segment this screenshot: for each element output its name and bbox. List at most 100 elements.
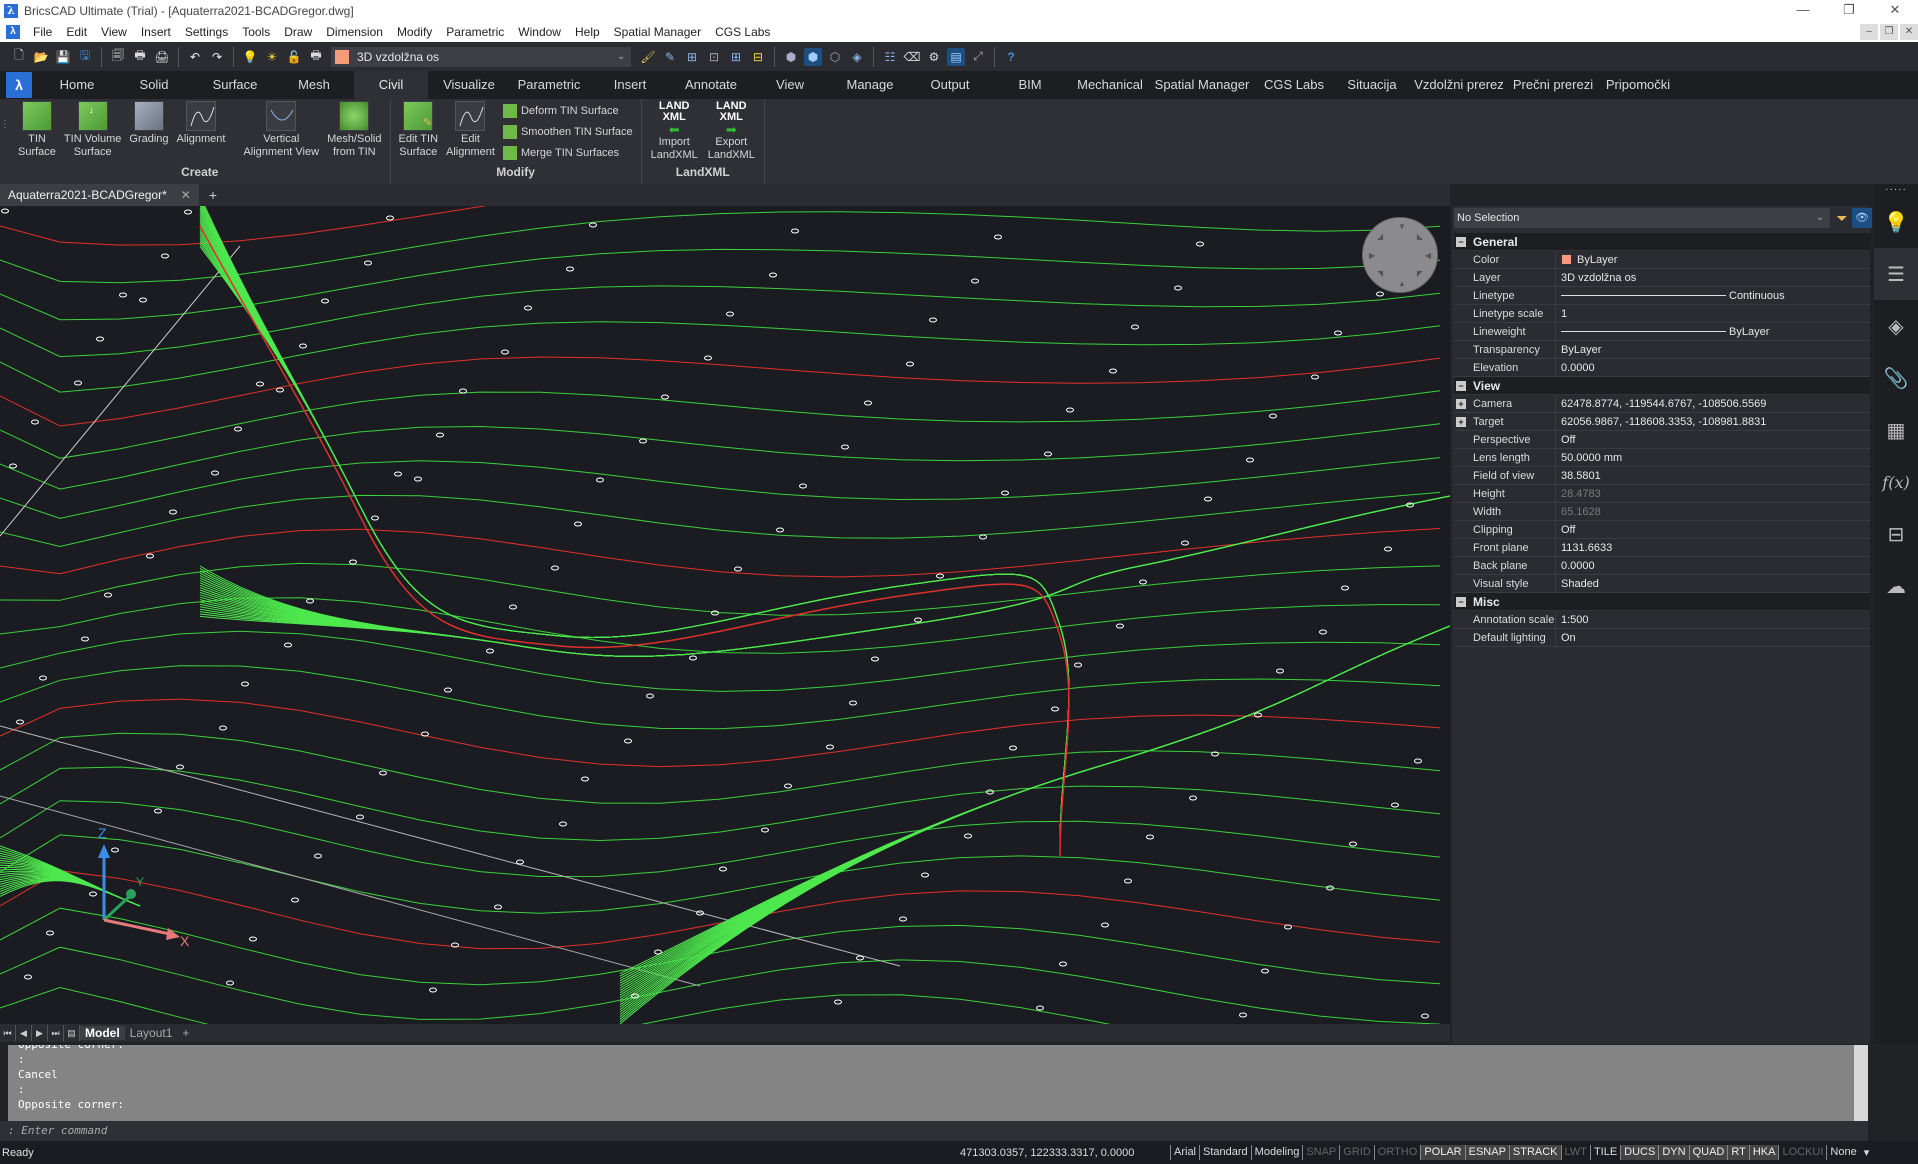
ribbon-grip[interactable]: ⋮ (0, 99, 10, 184)
tab-output[interactable]: Output (910, 71, 990, 99)
help-icon[interactable]: ? (1002, 48, 1020, 66)
tab-situacija[interactable]: Situacija (1334, 71, 1410, 99)
tab-bim[interactable]: BIM (990, 71, 1070, 99)
status-toggle-strack[interactable]: STRACK (1508, 1145, 1561, 1160)
property-value-cell[interactable]: 1 (1556, 308, 1870, 320)
navigation-wheel[interactable]: ▼ ▲ ▶ ◀ ◢ ◣ ◥ ◤ (1362, 217, 1438, 293)
menu-window[interactable]: Window (511, 25, 568, 39)
property-row[interactable]: Clipping Off (1454, 520, 1870, 539)
nav-arrow-icon[interactable]: ▼ (1398, 222, 1406, 231)
menu-dimension[interactable]: Dimension (319, 25, 390, 39)
command-line-icon[interactable]: ▤ (947, 47, 965, 66)
nav-arrow-icon[interactable]: ◣ (1417, 232, 1423, 241)
property-value-cell[interactable]: 1131.6633 (1556, 542, 1870, 554)
minimize-button[interactable]: — (1780, 0, 1826, 22)
menu-edit[interactable]: Edit (59, 25, 94, 39)
export-landxml-button[interactable]: LAND XML ➡ Export LandXML (703, 99, 760, 165)
redo-icon[interactable]: ↷ (208, 48, 226, 66)
tin-volume-surface-button[interactable]: ↓ TIN Volume Surface (60, 99, 125, 165)
status-toggle-lockui[interactable]: LOCKUI (1778, 1145, 1826, 1160)
property-value-cell[interactable]: Off (1556, 434, 1870, 446)
status-menu-button[interactable]: ▾ (1860, 1146, 1874, 1159)
edit-tin-surface-button[interactable]: ✎ Edit TIN Surface (395, 99, 443, 165)
property-value-cell[interactable]: Continuous (1556, 290, 1870, 302)
property-row[interactable]: Back plane 0.0000 (1454, 556, 1870, 575)
tab-insert[interactable]: Insert (588, 71, 672, 99)
cad-drawing[interactable]: Z Y X (0, 206, 1450, 1024)
layer-dropdown[interactable]: 3D vzdolžna os ⌄ (331, 46, 631, 67)
tab-cgs-labs[interactable]: CGS Labs (1254, 71, 1334, 99)
view-cube-icon[interactable]: ⬢ (782, 48, 800, 66)
status-toggle-snap[interactable]: SNAP (1302, 1145, 1339, 1160)
property-value-cell[interactable]: Shaded (1556, 578, 1870, 590)
property-value-cell[interactable]: 62056.9867, -118608.3353, -108981.8831 (1556, 416, 1870, 428)
lightbulb-icon[interactable]: 💡 (1874, 196, 1918, 248)
undo-icon[interactable]: ↶ (186, 48, 204, 66)
match-properties-icon[interactable]: 🖌 (639, 48, 657, 66)
select-similar-icon[interactable]: ⊡ (705, 48, 723, 66)
nav-arrow-icon[interactable]: ▲ (1398, 279, 1406, 288)
close-button[interactable]: ✕ (1872, 0, 1918, 22)
tab-vzdolzni-prerez[interactable]: Vzdolžni prerez (1410, 71, 1508, 99)
merge-tin-surfaces-button[interactable]: Merge TIN Surfaces (502, 143, 633, 163)
menu-help[interactable]: Help (568, 25, 607, 39)
menu-draw[interactable]: Draw (277, 25, 319, 39)
property-row[interactable]: Field of view 38.5801 (1454, 466, 1870, 485)
tab-surface[interactable]: Surface (196, 71, 274, 99)
layer-plot-icon[interactable]: 🖶 (307, 48, 325, 66)
property-row[interactable]: Linetype scale 1 (1454, 304, 1870, 323)
status-toggle-arial[interactable]: Arial (1170, 1145, 1199, 1160)
tab-parametric[interactable]: Parametric (510, 71, 588, 99)
render-icon[interactable]: ◈ (848, 48, 866, 66)
tab-layout1[interactable]: Layout1 (125, 1026, 178, 1040)
property-row[interactable]: Annotation scale 1:500 (1454, 610, 1870, 629)
property-row[interactable]: + Target 62056.9867, -118608.3353, -108981… (1454, 412, 1870, 431)
select-highlight-icon[interactable]: ⊟ (749, 48, 767, 66)
nav-arrow-icon[interactable]: ◀ (1425, 251, 1431, 260)
doc-restore-button[interactable]: ❐ (1880, 24, 1898, 40)
menu-cgs-labs[interactable]: CGS Labs (708, 25, 777, 39)
structure-tree-icon[interactable]: ⊟ (1874, 508, 1918, 560)
collapse-icon[interactable]: − (1456, 380, 1466, 391)
visibility-eye-icon[interactable]: 👁 (1852, 208, 1872, 228)
status-toggle-standard[interactable]: Standard (1199, 1145, 1251, 1160)
property-row[interactable]: Linetype Continuous (1454, 286, 1870, 305)
section-general[interactable]: − General (1454, 233, 1870, 251)
menu-settings[interactable]: Settings (178, 25, 235, 39)
batch-plot-icon[interactable]: 🖨 (153, 48, 171, 66)
mesh-solid-from-tin-button[interactable]: Mesh/Solid from TIN (323, 99, 385, 165)
property-row[interactable]: Elevation 0.0000 (1454, 358, 1870, 377)
property-value-cell[interactable]: 1:500 (1556, 614, 1870, 626)
drawing-viewport[interactable]: Z Y X (0, 206, 1450, 1024)
menu-parametric[interactable]: Parametric (439, 25, 511, 39)
last-layout-button[interactable]: ⏭ (48, 1025, 64, 1041)
properties-icon[interactable]: ☷ (881, 48, 899, 66)
save-as-icon[interactable]: 🖫 (76, 48, 94, 66)
tab-spatial-manager[interactable]: Spatial Manager (1150, 71, 1254, 99)
expand-icon[interactable]: + (1456, 416, 1466, 427)
property-value-cell[interactable]: ByLayer (1556, 344, 1870, 356)
quick-select-filter-icon[interactable]: ⏷ (1832, 208, 1852, 228)
property-value-cell[interactable]: 0.0000 (1556, 362, 1870, 374)
property-value-cell[interactable]: 38.5801 (1556, 470, 1870, 482)
layer-on-icon[interactable]: 💡 (241, 48, 259, 66)
cloud-upload-icon[interactable]: ☁ (1874, 560, 1918, 612)
property-row[interactable]: Lineweight ByLayer (1454, 322, 1870, 341)
new-icon[interactable]: 🗋 (10, 48, 28, 66)
nav-arrow-icon[interactable]: ◥ (1377, 269, 1383, 278)
property-value-cell[interactable]: 62478.8774, -119544.6767, -108506.5569 (1556, 398, 1870, 410)
save-icon[interactable]: 💾 (54, 48, 72, 66)
property-row[interactable]: Perspective Off (1454, 430, 1870, 449)
tab-model[interactable]: Model (80, 1026, 125, 1040)
menu-insert[interactable]: Insert (134, 25, 178, 39)
menu-modify[interactable]: Modify (390, 25, 439, 39)
property-value-cell[interactable]: 50.0000 mm (1556, 452, 1870, 464)
edit-alignment-button[interactable]: Edit Alignment (442, 99, 499, 165)
expand-icon[interactable]: + (1456, 398, 1466, 409)
strip-grip[interactable]: ····· (1874, 184, 1918, 196)
collapse-icon[interactable]: − (1456, 596, 1466, 607)
tab-view[interactable]: View (750, 71, 830, 99)
section-misc[interactable]: − Misc (1454, 593, 1870, 611)
prev-layout-button[interactable]: ◀ (16, 1025, 32, 1041)
menu-spatial-manager[interactable]: Spatial Manager (607, 25, 708, 39)
